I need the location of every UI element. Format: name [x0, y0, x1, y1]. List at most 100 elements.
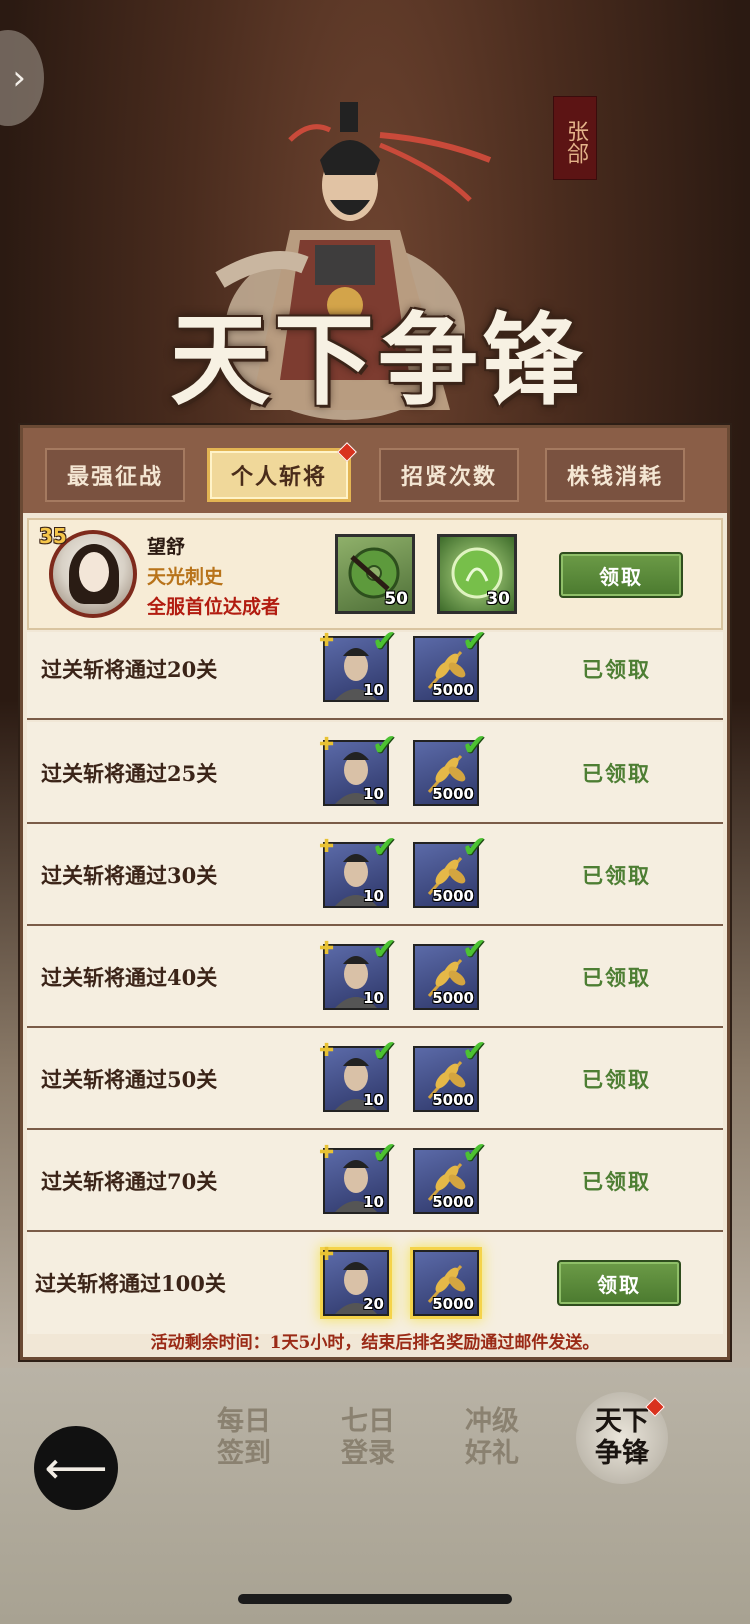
task-row: 过关斩将通过25关 ✚ ✔ 10 ✔ 5000 已领取	[27, 722, 723, 824]
check-icon: ✔	[371, 830, 397, 865]
task-label: 过关斩将通过50关	[41, 1067, 218, 1092]
plus-icon: ✚	[319, 1244, 335, 1265]
check-icon: ✔	[371, 1136, 397, 1171]
check-icon: ✔	[461, 728, 487, 763]
player-name: 望舒	[147, 536, 186, 558]
tab-label: 株钱消耗	[566, 464, 663, 490]
task-row: 过关斩将通过40关 ✚ ✔ 10 ✔ 5000 已领取	[27, 926, 723, 1028]
claim-button[interactable]: 领取	[559, 552, 683, 598]
nav-label: 登录	[341, 1438, 395, 1469]
plus-icon: ✚	[319, 1040, 335, 1061]
reward-quantity: 5000	[432, 681, 474, 699]
tab-label: 个人斩将	[230, 464, 327, 490]
home-indicator[interactable]	[238, 1594, 512, 1604]
reward-quantity: 5000	[432, 785, 474, 803]
claimed-status: 已领取	[582, 1169, 651, 1194]
tab-label: 招贤次数	[400, 464, 497, 490]
general-reward[interactable]: ✚ ✔ 10	[319, 830, 397, 908]
claimed-status: 已领取	[582, 965, 651, 990]
tab-personal-slay[interactable]: 个人斩将	[207, 442, 357, 502]
general-reward[interactable]: ✚ ✔ 10	[319, 1034, 397, 1112]
general-reward[interactable]: ✚ 20	[319, 1244, 389, 1316]
player-title: 天光刺史	[147, 566, 224, 588]
wheat-reward[interactable]: ✔ 5000	[413, 1034, 487, 1112]
plus-icon: ✚	[319, 632, 335, 651]
bottom-nav: ⟵ 每日 签到 七日 登录 冲级 好礼 天下 争锋	[0, 1368, 750, 1624]
character-name-seal: 张郃	[553, 96, 597, 180]
tab-bar: 最强征战 个人斩将 招贤次数 株钱消耗	[23, 428, 727, 513]
top-player-row: 35 望舒 天光刺史 全服首位达成者 50 30 领取	[27, 518, 723, 630]
claimed-status: 已领取	[582, 657, 651, 682]
general-reward[interactable]: ✚ ✔ 10	[319, 932, 397, 1010]
nav-level-gift[interactable]: 冲级 好礼	[452, 1406, 532, 1470]
reward-quantity: 10	[363, 681, 384, 699]
reward-quantity: 10	[363, 785, 384, 803]
check-icon: ✔	[461, 632, 487, 659]
event-title: 天下争锋	[170, 301, 586, 419]
reward-quantity: 10	[363, 1193, 384, 1211]
check-icon: ✔	[461, 1136, 487, 1171]
tab-label: 最强征战	[66, 464, 163, 490]
nav-daily-signin[interactable]: 每日 签到	[204, 1406, 284, 1470]
general-reward[interactable]: ✚ ✔ 10	[319, 1136, 397, 1214]
plus-icon: ✚	[319, 836, 335, 857]
task-row: 过关斩将通过100关 ✚ 20 5000 领取	[27, 1232, 723, 1334]
reward-quantity: 5000	[432, 1193, 474, 1211]
task-label: 过关斩将通过70关	[41, 1169, 218, 1194]
reward-quantity: 10	[363, 989, 384, 1007]
reward-quantity: 20	[363, 1295, 384, 1313]
nav-label: 好礼	[465, 1438, 519, 1469]
wheat-reward[interactable]: ✔ 5000	[413, 728, 487, 806]
jade-coin-reward[interactable]: 50	[335, 534, 415, 614]
wheat-reward[interactable]: ✔ 5000	[413, 830, 487, 908]
check-icon: ✔	[461, 830, 487, 865]
plus-icon: ✚	[319, 1142, 335, 1163]
reward-quantity: 30	[486, 589, 510, 609]
notification-dot-icon	[337, 442, 357, 462]
player-achievement: 全服首位达成者	[147, 596, 281, 618]
task-label: 过关斩将通过25关	[41, 761, 218, 786]
avatar-face	[77, 550, 111, 594]
reward-quantity: 5000	[432, 989, 474, 1007]
level-badge: 35	[39, 524, 67, 548]
task-row: 过关斩将通过70关 ✚ ✔ 10 ✔ 5000 已领取	[27, 1130, 723, 1232]
task-row: 过关斩将通过50关 ✚ ✔ 10 ✔ 5000 已领取	[27, 1028, 723, 1130]
check-icon: ✔	[461, 1034, 487, 1069]
nav-label: 每日	[217, 1406, 271, 1437]
wheat-reward[interactable]: ✔ 5000	[413, 632, 487, 702]
task-list: 过关斩将通过20关 ✚ ✔ 10 ✔ 5000 已领取 过关斩将通过25关 ✚ …	[27, 632, 723, 1356]
tab-recruit-count[interactable]: 招贤次数	[379, 448, 519, 502]
claimed-status: 已领取	[582, 761, 651, 786]
plus-icon: ✚	[319, 734, 335, 755]
tab-coin-spend[interactable]: 株钱消耗	[545, 448, 685, 502]
claim-button[interactable]: 领取	[557, 1260, 681, 1306]
wheat-reward[interactable]: 5000	[413, 1250, 479, 1316]
green-orb-reward[interactable]: 30	[437, 534, 517, 614]
nav-label: 签到	[217, 1438, 271, 1469]
nav-label: 争锋	[595, 1438, 649, 1469]
nav-world-contest[interactable]: 天下 争锋	[582, 1406, 662, 1470]
reward-quantity: 10	[363, 1091, 384, 1109]
task-label: 过关斩将通过20关	[41, 657, 218, 682]
nav-seven-day-login[interactable]: 七日 登录	[328, 1406, 408, 1470]
claimed-status: 已领取	[582, 863, 651, 888]
reward-quantity: 5000	[432, 1091, 474, 1109]
check-icon: ✔	[371, 932, 397, 967]
reward-quantity: 50	[384, 589, 408, 609]
general-reward[interactable]: ✚ ✔ 10	[319, 728, 397, 806]
general-reward[interactable]: ✚ ✔ 10	[319, 632, 397, 702]
reward-quantity: 10	[363, 887, 384, 905]
nav-label: 七日	[341, 1406, 395, 1437]
check-icon: ✔	[371, 728, 397, 763]
tab-strongest-campaign[interactable]: 最强征战	[45, 448, 185, 502]
check-icon: ✔	[461, 932, 487, 967]
wheat-reward[interactable]: ✔ 5000	[413, 932, 487, 1010]
task-row: 过关斩将通过30关 ✚ ✔ 10 ✔ 5000 已领取	[27, 824, 723, 926]
nav-label: 冲级	[465, 1406, 519, 1437]
check-icon: ✔	[371, 632, 397, 659]
plus-icon: ✚	[319, 938, 335, 959]
wheat-reward[interactable]: ✔ 5000	[413, 1136, 487, 1214]
task-label: 过关斩将通过100关	[35, 1271, 226, 1296]
back-arrow-icon[interactable]: ⟵	[34, 1426, 118, 1510]
task-label: 过关斩将通过30关	[41, 863, 218, 888]
